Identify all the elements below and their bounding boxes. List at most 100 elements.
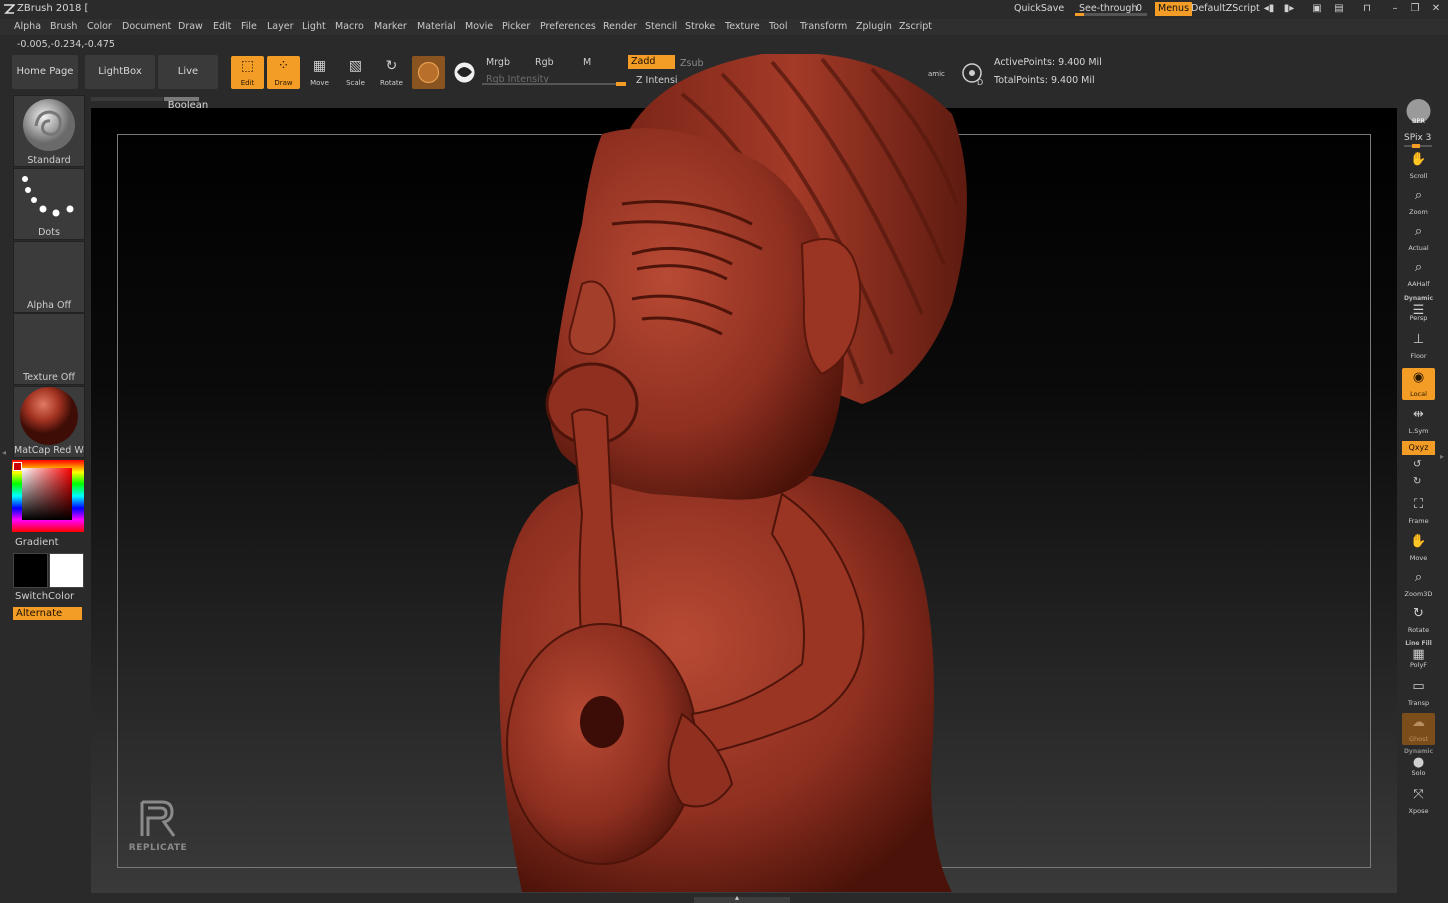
gizmo-toggle-button[interactable]	[448, 56, 481, 89]
lsym-button[interactable]: ⇹ L.Sym	[1402, 405, 1435, 437]
svg-text:D: D	[977, 78, 983, 87]
zoom-button[interactable]: ⌕ Zoom	[1402, 186, 1435, 218]
aahalf-button[interactable]: ⌕ AAHalf	[1402, 258, 1435, 290]
zbrush-logo-icon	[4, 4, 15, 14]
actual-button[interactable]: ⌕ Actual	[1402, 222, 1435, 254]
seethrough-slider[interactable]	[1075, 13, 1147, 16]
menu-zplugin[interactable]: Zplugin	[856, 21, 892, 32]
alpha-selector[interactable]: Alpha Off	[13, 241, 85, 313]
menu-zscript[interactable]: Zscript	[899, 21, 932, 32]
transp-button[interactable]: ▭ Transp	[1402, 677, 1435, 709]
minimize-icon[interactable]: –	[1388, 3, 1402, 15]
live-boolean-button[interactable]: Live Boolean	[158, 55, 218, 111]
y-rotate-icon[interactable]: ↺	[1413, 459, 1421, 470]
spix-slider[interactable]	[1404, 144, 1432, 148]
persp-button[interactable]: ☰ Persp	[1402, 298, 1435, 324]
scroll-button[interactable]: ✋ Scroll	[1402, 150, 1435, 182]
solo-button[interactable]: ● Solo	[1402, 751, 1435, 779]
saturation-value-square[interactable]	[22, 468, 72, 520]
right-tray-toggle-icon[interactable]: ▸	[1440, 452, 1446, 466]
menu-stroke[interactable]: Stroke	[685, 21, 715, 32]
menus-button[interactable]: Menus	[1155, 2, 1193, 16]
ui-config-icon[interactable]: ▤	[1332, 3, 1346, 15]
shelf-scroll-handle[interactable]	[164, 97, 199, 101]
menu-tool[interactable]: Tool	[769, 21, 787, 32]
menu-brush[interactable]: Brush	[50, 21, 77, 32]
ghost-icon: ☁	[1412, 715, 1425, 730]
polyf-button[interactable]: ▦ PolyF	[1402, 643, 1435, 671]
color-cursor[interactable]	[13, 462, 22, 471]
stroke-selector[interactable]: Dots	[13, 168, 85, 240]
menu-movie[interactable]: Movie	[465, 21, 493, 32]
material-selector[interactable]: MatCap Red Wax	[13, 386, 85, 458]
alternate-button[interactable]: Alternate	[13, 607, 82, 620]
menu-render[interactable]: Render	[603, 21, 637, 32]
gradient-label[interactable]: Gradient	[15, 537, 59, 548]
local-label: Local	[1410, 390, 1427, 398]
menu-edit[interactable]: Edit	[213, 21, 231, 32]
menu-picker[interactable]: Picker	[502, 21, 530, 32]
z-rotate-icon[interactable]: ↻	[1413, 476, 1421, 487]
menu-macro[interactable]: Macro	[335, 21, 364, 32]
zoom3d-button[interactable]: ⌕ Zoom3D	[1402, 568, 1435, 600]
menu-layer[interactable]: Layer	[267, 21, 294, 32]
menu-preferences[interactable]: Preferences	[540, 21, 596, 32]
quicksave-button[interactable]: QuickSave	[1014, 2, 1064, 16]
xyz-rotate-button[interactable]: Qxyz	[1402, 441, 1435, 455]
brush-selector[interactable]: Standard	[13, 95, 85, 167]
sculpted-statue-model[interactable]	[482, 54, 972, 892]
default-zscript-button[interactable]: DefaultZScript	[1191, 2, 1260, 16]
scale-icon: ▧	[348, 58, 363, 74]
material-mode-button[interactable]	[412, 56, 445, 89]
rotate-view-button[interactable]: ↻ Rotate	[1402, 604, 1435, 636]
lock-icon[interactable]: ⊓	[1360, 3, 1374, 15]
seethrough-slider-knob[interactable]	[1075, 13, 1084, 16]
scale-button[interactable]: ▧ Scale	[339, 56, 372, 89]
bottom-tray-handle[interactable]	[694, 897, 790, 903]
move-button[interactable]: ▦ Move	[303, 56, 336, 89]
menu-draw[interactable]: Draw	[178, 21, 203, 32]
secondary-color-swatch[interactable]	[49, 553, 84, 588]
ghost-button[interactable]: ☁ Ghost	[1402, 713, 1435, 745]
scroll-label: Scroll	[1409, 172, 1428, 180]
move-view-button[interactable]: ✋ Move	[1402, 532, 1435, 564]
close-icon[interactable]: ✕	[1429, 3, 1443, 15]
menu-bar: Alpha Brush Color Document Draw Edit Fil…	[0, 19, 1448, 35]
menu-stencil[interactable]: Stencil	[645, 21, 677, 32]
menu-document[interactable]: Document	[122, 21, 171, 32]
menu-light[interactable]: Light	[302, 21, 326, 32]
home-page-button[interactable]: Home Page	[12, 55, 78, 89]
bpr-button[interactable]: BPR	[1402, 97, 1435, 127]
menu-material[interactable]: Material	[417, 21, 456, 32]
menu-file[interactable]: File	[241, 21, 257, 32]
menu-transform[interactable]: Transform	[800, 21, 847, 32]
restore-icon[interactable]: ❐	[1408, 3, 1422, 15]
menu-texture[interactable]: Texture	[725, 21, 760, 32]
menu-color[interactable]: Color	[87, 21, 112, 32]
spix-readout[interactable]: SPix 3	[1404, 133, 1431, 143]
frame-button[interactable]: ⛶ Frame	[1402, 495, 1435, 527]
switchcolor-button[interactable]: SwitchColor	[15, 591, 74, 602]
texture-selector[interactable]: Texture Off	[13, 313, 85, 385]
left-tray-toggle-icon[interactable]: ◂	[2, 448, 8, 462]
menu-marker[interactable]: Marker	[374, 21, 407, 32]
tray-dock-left-icon[interactable]: ◂▮	[1262, 3, 1276, 15]
color-picker[interactable]	[12, 460, 84, 532]
rotate-icon: ↻	[385, 58, 398, 74]
bottom-tray-toggle-icon[interactable]: ▴	[735, 893, 739, 902]
lightbox-button[interactable]: LightBox	[85, 55, 155, 89]
transparency-icon: ▭	[1412, 679, 1425, 694]
tray-dock-right-icon[interactable]: ▮▸	[1282, 3, 1296, 15]
floor-button[interactable]: ⊥ Floor	[1402, 330, 1435, 362]
edit-icon: ⬚	[240, 58, 255, 74]
main-color-swatch[interactable]	[13, 553, 48, 588]
spix-slider-knob[interactable]	[1412, 144, 1420, 148]
edit-button[interactable]: ⬚ Edit	[231, 56, 264, 89]
draw-button[interactable]: ⁘ Draw	[267, 56, 300, 89]
xpose-button[interactable]: ⤧ Xpose	[1402, 785, 1435, 817]
local-button[interactable]: ◉ Local	[1402, 368, 1435, 400]
rotate-button[interactable]: ↻ Rotate	[375, 56, 408, 89]
layout-icon[interactable]: ▣	[1310, 3, 1324, 15]
xpose-icon: ⤧	[1413, 787, 1424, 802]
menu-alpha[interactable]: Alpha	[14, 21, 41, 32]
